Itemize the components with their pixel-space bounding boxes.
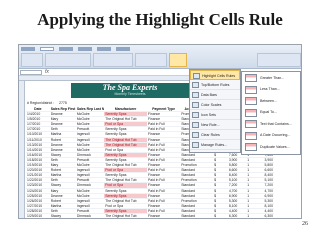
- menu-item[interactable]: Icon Sets: [190, 110, 240, 120]
- column-header: Sales Rep First Name: [49, 107, 76, 113]
- ribbon-tab[interactable]: [21, 47, 35, 51]
- date-occurring-icon: [245, 131, 257, 140]
- less-than-icon: [245, 85, 257, 94]
- submenu-item-label: Equal To...: [260, 110, 277, 114]
- submenu-item[interactable]: Between...: [242, 95, 300, 107]
- banner-subtitle: Monthly Timesheets: [114, 92, 146, 96]
- icon-sets-icon: [192, 112, 199, 118]
- menu-item[interactable]: Data Bars: [190, 90, 240, 100]
- ribbon-tabs: [21, 45, 130, 52]
- cells-group[interactable]: [257, 53, 301, 67]
- duplicate-values-icon: [245, 143, 257, 151]
- submenu-item[interactable]: Equal To...: [242, 107, 300, 119]
- ribbon-tab-home[interactable]: [40, 47, 54, 51]
- submenu-item-label: Greater Than...: [260, 75, 285, 80]
- menu-item-label: Clear Rules: [201, 132, 220, 137]
- region-label: # Region/district :: [27, 101, 55, 105]
- data-bars-icon: [192, 92, 199, 98]
- spa-experts-banner: The Spa Experts Monthly Timesheets: [71, 83, 189, 98]
- submenu-item[interactable]: Greater Than...: [242, 72, 300, 84]
- conditional-formatting-button[interactable]: [169, 53, 187, 67]
- clear-rules-icon: [192, 132, 199, 138]
- ribbon: [19, 45, 301, 69]
- menu-item-label: Color Scales: [201, 102, 222, 107]
- row-headers: [19, 81, 25, 218]
- color-scales-icon: [192, 102, 199, 108]
- menu-item[interactable]: Manage Rules...: [190, 140, 240, 150]
- menu-item-label: Highlight Cells Rules: [202, 73, 236, 78]
- ribbon-tab[interactable]: [59, 47, 73, 51]
- submenu-item[interactable]: Text that Contains...: [242, 118, 300, 130]
- menu-item[interactable]: Clear Rules: [190, 130, 240, 140]
- submenu-item-label: Less Than...: [260, 87, 280, 91]
- menu-item[interactable]: Highlight Cells Rules: [190, 70, 240, 80]
- page-number: 26: [302, 221, 308, 227]
- ribbon-tab[interactable]: [97, 47, 111, 51]
- highlight-cells-submenu: Greater Than... Less Than... Between... Equ…: [241, 71, 301, 155]
- manage-rules-icon: [192, 142, 199, 148]
- clipboard-group[interactable]: [21, 53, 43, 67]
- submenu-item[interactable]: Duplicate Values...: [242, 141, 300, 153]
- highlight-cells-icon: [193, 73, 200, 79]
- conditional-formatting-menu: Highlight Cells Rules Top/Bottom Rules Dat…: [189, 69, 241, 153]
- menu-item[interactable]: New Rule...: [190, 120, 240, 130]
- region-value: 2775: [59, 101, 67, 105]
- between-icon: [245, 97, 257, 105]
- submenu-item-label: A Date Occurring...: [260, 133, 291, 137]
- menu-item-label: Icon Sets: [201, 112, 216, 117]
- menu-item-label: Data Bars: [201, 92, 217, 97]
- text-contains-icon: [245, 120, 257, 128]
- menu-item-label: New Rule...: [201, 122, 220, 127]
- excel-screenshot: fx The Spa Experts Monthly Timesheets # …: [18, 44, 302, 219]
- slide-title: Applying the Highlight Cells Rule: [37, 10, 283, 29]
- submenu-item-label: Between...: [260, 98, 277, 103]
- submenu-item-label: Text that Contains...: [260, 121, 292, 126]
- alignment-group[interactable]: [93, 53, 133, 67]
- greater-than-icon: [245, 74, 257, 82]
- new-rule-icon: [192, 122, 199, 128]
- name-box[interactable]: [20, 70, 42, 75]
- equal-to-icon: [245, 108, 257, 117]
- submenu-item-label: Duplicate Values...: [260, 144, 290, 149]
- menu-item-label: Top/Bottom Rules: [201, 82, 230, 87]
- ribbon-tab[interactable]: [78, 47, 92, 51]
- submenu-item[interactable]: Less Than...: [242, 84, 300, 96]
- menu-item[interactable]: Top/Bottom Rules: [190, 80, 240, 90]
- menu-item-label: Manage Rules...: [201, 142, 228, 147]
- column-header: Sales Rep Last Name: [75, 107, 105, 113]
- top-bottom-icon: [192, 82, 199, 88]
- font-group[interactable]: [45, 53, 91, 67]
- menu-item[interactable]: Color Scales: [190, 100, 240, 110]
- fx-icon[interactable]: fx: [45, 69, 49, 75]
- column-headers: [19, 76, 189, 81]
- banner-title: The Spa Experts: [102, 83, 158, 92]
- ribbon-tab[interactable]: [116, 47, 130, 51]
- submenu-item[interactable]: A Date Occurring...: [242, 130, 300, 142]
- number-group[interactable]: [135, 53, 167, 67]
